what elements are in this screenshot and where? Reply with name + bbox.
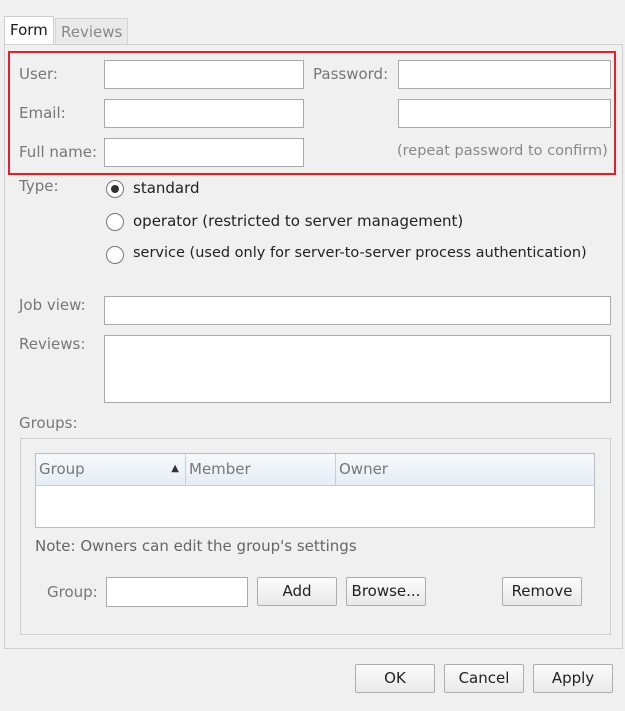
browse-button-label: Browse... (351, 582, 421, 600)
type-standard-radio[interactable] (106, 180, 124, 198)
tab-form-label: Form (10, 21, 48, 39)
apply-button[interactable]: Apply (533, 664, 613, 693)
tab-form[interactable]: Form (4, 16, 54, 46)
column-owner-header[interactable]: Owner (336, 454, 594, 485)
tab-reviews-label: Reviews (61, 23, 123, 41)
groups-table-header: Group ▲ Member Owner (36, 454, 594, 486)
jobview-input[interactable] (104, 296, 611, 325)
column-member-label: Member (189, 460, 251, 478)
browse-button[interactable]: Browse... (346, 577, 426, 606)
add-button-label: Add (282, 582, 312, 600)
group-input[interactable] (106, 577, 248, 607)
sort-ascending-icon: ▲ (171, 463, 179, 474)
cancel-button[interactable]: Cancel (444, 664, 524, 693)
column-owner-label: Owner (339, 460, 388, 478)
type-operator-label[interactable]: operator (restricted to server managemen… (133, 212, 463, 230)
groups-note: Note: Owners can edit the group's settin… (35, 537, 357, 555)
reviews-textarea[interactable] (104, 335, 611, 403)
column-group-header[interactable]: Group ▲ (36, 454, 186, 485)
jobview-label: Job view: (19, 296, 86, 314)
cancel-button-label: Cancel (458, 669, 510, 687)
tab-reviews[interactable]: Reviews (55, 18, 129, 45)
type-service-label[interactable]: service (used only for server-to-server … (133, 245, 587, 261)
type-label: Type: (19, 177, 59, 195)
column-member-header[interactable]: Member (186, 454, 336, 485)
type-operator-radio[interactable] (106, 213, 124, 231)
groups-table[interactable]: Group ▲ Member Owner (35, 453, 595, 528)
apply-button-label: Apply (551, 669, 595, 687)
ok-button-label: OK (384, 669, 406, 687)
column-group-label: Group (39, 460, 85, 478)
reviews-label: Reviews: (19, 335, 86, 353)
type-service-radio[interactable] (106, 246, 124, 264)
tab-bar: Form Reviews (0, 0, 625, 46)
highlight-box (8, 51, 616, 175)
ok-button[interactable]: OK (355, 664, 435, 693)
add-button[interactable]: Add (257, 577, 337, 606)
remove-button-label: Remove (511, 582, 573, 600)
type-standard-label[interactable]: standard (133, 179, 200, 197)
groups-label: Groups: (19, 414, 78, 432)
remove-button[interactable]: Remove (502, 577, 582, 606)
group-field-label: Group: (47, 583, 98, 601)
